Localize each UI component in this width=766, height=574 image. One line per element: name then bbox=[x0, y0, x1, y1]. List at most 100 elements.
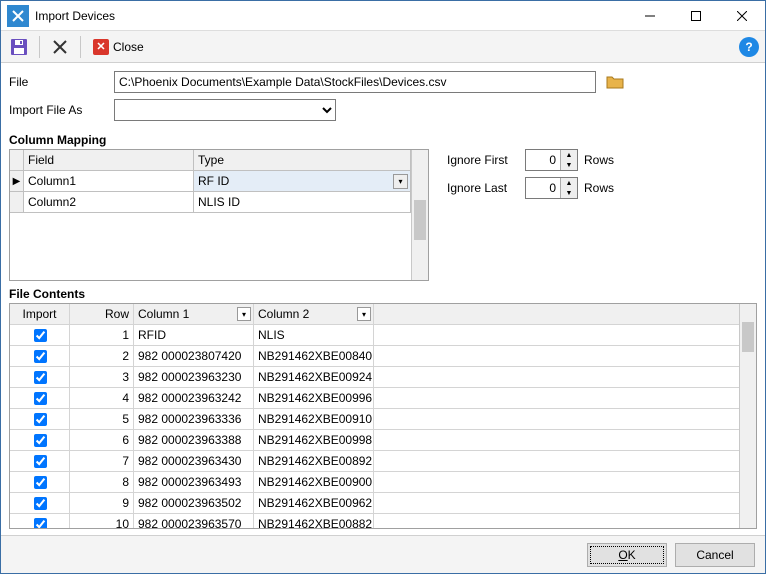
mapping-row[interactable]: Column2NLIS ID bbox=[10, 192, 411, 213]
table-row[interactable]: 8982 000023963493NB291462XBE00900 bbox=[10, 472, 739, 493]
ignore-first-input[interactable] bbox=[526, 150, 560, 170]
import-cell[interactable] bbox=[10, 346, 70, 366]
import-cell[interactable] bbox=[10, 430, 70, 450]
cancel-button[interactable]: Cancel bbox=[675, 543, 755, 567]
browse-button[interactable] bbox=[604, 72, 626, 92]
col1-cell: 982 000023963493 bbox=[134, 472, 254, 492]
header-col1[interactable]: Column 1▾ bbox=[134, 304, 254, 324]
col2-cell: NB291462XBE00840 bbox=[254, 346, 374, 366]
dropdown-icon[interactable]: ▾ bbox=[393, 174, 408, 189]
table-row[interactable]: 9982 000023963502NB291462XBE00962 bbox=[10, 493, 739, 514]
import-checkbox[interactable] bbox=[34, 329, 47, 342]
mapping-scrollbar[interactable] bbox=[411, 150, 428, 280]
ignore-first-label: Ignore First bbox=[447, 153, 519, 167]
import-checkbox[interactable] bbox=[34, 455, 47, 468]
import-checkbox[interactable] bbox=[34, 371, 47, 384]
table-row[interactable]: 3982 000023963230NB291462XBE00924 bbox=[10, 367, 739, 388]
content-area: File Import File As Column Mapping Field… bbox=[1, 63, 765, 535]
ignore-last-input[interactable] bbox=[526, 178, 560, 198]
import-checkbox[interactable] bbox=[34, 476, 47, 489]
import-checkbox[interactable] bbox=[34, 350, 47, 363]
spin-up-icon[interactable]: ▲ bbox=[561, 178, 577, 188]
mapping-type[interactable]: NLIS ID bbox=[194, 192, 411, 213]
row-marker bbox=[10, 192, 24, 213]
row-cell: 1 bbox=[70, 325, 134, 345]
ignore-last-spinner[interactable]: ▲▼ bbox=[525, 177, 578, 199]
mapping-field[interactable]: Column1 bbox=[24, 171, 194, 192]
row-cell: 7 bbox=[70, 451, 134, 471]
table-row[interactable]: 2982 000023807420NB291462XBE00840 bbox=[10, 346, 739, 367]
mapping-type[interactable]: RF ID▾ bbox=[194, 171, 411, 192]
close-button[interactable]: ✕ Close bbox=[89, 35, 148, 59]
separator bbox=[80, 36, 81, 58]
header-row[interactable]: Row bbox=[70, 304, 134, 324]
col1-cell: RFID bbox=[134, 325, 254, 345]
delete-button[interactable] bbox=[48, 35, 72, 59]
close-icon: ✕ bbox=[93, 39, 109, 55]
dropdown-icon[interactable]: ▾ bbox=[237, 307, 251, 321]
col2-cell: NB291462XBE00900 bbox=[254, 472, 374, 492]
dropdown-icon[interactable]: ▾ bbox=[357, 307, 371, 321]
file-contents-scrollbar[interactable] bbox=[739, 304, 756, 528]
file-label: File bbox=[9, 75, 114, 89]
mapping-header-type: Type bbox=[194, 150, 411, 171]
close-label: Close bbox=[113, 40, 144, 54]
import-cell[interactable] bbox=[10, 325, 70, 345]
table-row[interactable]: 1RFIDNLIS bbox=[10, 325, 739, 346]
col2-cell: NB291462XBE00892 bbox=[254, 451, 374, 471]
table-row[interactable]: 7982 000023963430NB291462XBE00892 bbox=[10, 451, 739, 472]
import-cell[interactable] bbox=[10, 472, 70, 492]
minimize-button[interactable] bbox=[627, 1, 673, 31]
table-row[interactable]: 10982 000023963570NB291462XBE00882 bbox=[10, 514, 739, 528]
col1-cell: 982 000023963430 bbox=[134, 451, 254, 471]
col2-cell: NB291462XBE00996 bbox=[254, 388, 374, 408]
ignore-first-spinner[interactable]: ▲▼ bbox=[525, 149, 578, 171]
spin-down-icon[interactable]: ▼ bbox=[561, 160, 577, 170]
ok-button[interactable]: OK bbox=[587, 543, 667, 567]
import-checkbox[interactable] bbox=[34, 392, 47, 405]
col1-cell: 982 000023963336 bbox=[134, 409, 254, 429]
col1-cell: 982 000023963388 bbox=[134, 430, 254, 450]
header-import[interactable]: Import bbox=[10, 304, 70, 324]
import-checkbox[interactable] bbox=[34, 434, 47, 447]
rows-label: Rows bbox=[584, 181, 614, 195]
import-checkbox[interactable] bbox=[34, 518, 47, 529]
col2-cell: NB291462XBE00962 bbox=[254, 493, 374, 513]
col1-cell: 982 000023807420 bbox=[134, 346, 254, 366]
import-cell[interactable] bbox=[10, 409, 70, 429]
col2-cell: NB291462XBE00998 bbox=[254, 430, 374, 450]
spin-up-icon[interactable]: ▲ bbox=[561, 150, 577, 160]
spin-down-icon[interactable]: ▼ bbox=[561, 188, 577, 198]
mapping-field[interactable]: Column2 bbox=[24, 192, 194, 213]
toolbar: ✕ Close ? bbox=[1, 31, 765, 63]
maximize-button[interactable] bbox=[673, 1, 719, 31]
help-button[interactable]: ? bbox=[739, 37, 759, 57]
import-cell[interactable] bbox=[10, 493, 70, 513]
column-mapping-grid[interactable]: Field Type ▶Column1RF ID▾Column2NLIS ID bbox=[9, 149, 429, 281]
import-checkbox[interactable] bbox=[34, 497, 47, 510]
row-cell: 10 bbox=[70, 514, 134, 528]
col2-cell: NB291462XBE00924 bbox=[254, 367, 374, 387]
separator bbox=[39, 36, 40, 58]
col2-cell: NB291462XBE00882 bbox=[254, 514, 374, 528]
import-as-select[interactable] bbox=[114, 99, 336, 121]
file-input[interactable] bbox=[114, 71, 596, 93]
row-cell: 6 bbox=[70, 430, 134, 450]
row-cell: 2 bbox=[70, 346, 134, 366]
import-checkbox[interactable] bbox=[34, 413, 47, 426]
import-cell[interactable] bbox=[10, 367, 70, 387]
header-col2[interactable]: Column 2▾ bbox=[254, 304, 374, 324]
mapping-row[interactable]: ▶Column1RF ID▾ bbox=[10, 171, 411, 192]
table-row[interactable]: 5982 000023963336NB291462XBE00910 bbox=[10, 409, 739, 430]
file-contents-title: File Contents bbox=[9, 287, 757, 301]
table-row[interactable]: 6982 000023963388NB291462XBE00998 bbox=[10, 430, 739, 451]
import-cell[interactable] bbox=[10, 514, 70, 528]
table-row[interactable]: 4982 000023963242NB291462XBE00996 bbox=[10, 388, 739, 409]
import-devices-window: Import Devices ✕ Close ? File bbox=[0, 0, 766, 574]
import-cell[interactable] bbox=[10, 451, 70, 471]
window-close-button[interactable] bbox=[719, 1, 765, 31]
import-cell[interactable] bbox=[10, 388, 70, 408]
window-title: Import Devices bbox=[35, 9, 627, 23]
file-contents-grid[interactable]: Import Row Column 1▾ Column 2▾ 1RFIDNLIS… bbox=[10, 304, 739, 528]
save-button[interactable] bbox=[7, 35, 31, 59]
